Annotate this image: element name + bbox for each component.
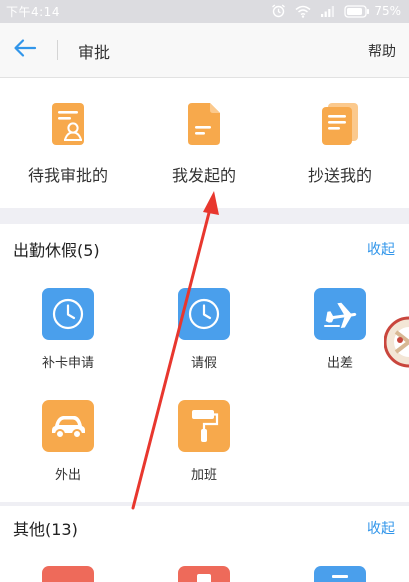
pending-approval-icon — [48, 100, 88, 148]
pending-approval-label: 待我审批的 — [27, 166, 108, 185]
app-punch-correction[interactable]: 补卡申请 — [18, 288, 118, 380]
app-leave[interactable]: 请假 — [154, 288, 254, 380]
back-button[interactable] — [10, 36, 40, 64]
app-label: 加班 — [190, 468, 217, 483]
cc-to-me-tab[interactable]: 抄送我的 — [272, 100, 408, 196]
title-bar: 审批 帮助 — [0, 23, 409, 78]
page-title: 审批 — [78, 43, 111, 62]
app-label: 请假 — [190, 356, 217, 371]
app-tile-partial[interactable] — [314, 566, 366, 582]
copy-documents-icon — [320, 100, 360, 148]
car-icon — [42, 400, 94, 452]
document-icon — [197, 574, 211, 582]
initiated-by-me-label: 我发起的 — [171, 166, 236, 185]
quick-tabs: 待我审批的 我发起的 抄送我的 — [0, 78, 409, 208]
signal-icon — [320, 5, 335, 18]
app-overtime[interactable]: 加班 — [154, 400, 254, 492]
app-tile-partial[interactable] — [178, 566, 230, 582]
section-title: 其他(13) — [13, 520, 78, 539]
cc-to-me-label: 抄送我的 — [307, 166, 372, 185]
status-bar: 下午4:14 75% — [0, 0, 409, 23]
floating-assistant-widget[interactable] — [384, 314, 409, 370]
app-label: 出差 — [326, 356, 353, 371]
section-header: 出勤休假(5) 收起 — [0, 224, 409, 272]
wifi-icon — [295, 5, 311, 18]
alarm-icon — [271, 4, 286, 18]
section-header: 其他(13) 收起 — [0, 506, 409, 554]
arrow-left-icon — [13, 38, 37, 62]
collapse-toggle[interactable]: 收起 — [367, 239, 395, 259]
collapse-toggle[interactable]: 收起 — [367, 518, 395, 538]
clock-icon — [178, 288, 230, 340]
pending-approval-tab[interactable]: 待我审批的 — [0, 100, 136, 196]
status-time: 下午4:14 — [6, 5, 60, 19]
battery-icon — [344, 4, 370, 18]
list-icon — [332, 575, 348, 578]
app-label: 补卡申请 — [41, 356, 94, 371]
app-tile-partial[interactable] — [42, 566, 94, 582]
battery-indicator: 75% — [344, 4, 401, 18]
app-outing[interactable]: 外出 — [18, 400, 118, 492]
help-link[interactable]: 帮助 — [368, 41, 396, 61]
app-label: 外出 — [54, 468, 81, 483]
section-title: 出勤休假(5) — [13, 241, 100, 260]
clock-icon — [42, 288, 94, 340]
other-section: 其他(13) 收起 — [0, 506, 409, 582]
document-icon — [184, 100, 224, 148]
title-divider — [57, 40, 58, 60]
status-icons: 75% — [271, 3, 401, 19]
paint-roller-icon — [178, 400, 230, 452]
initiated-by-me-tab[interactable]: 我发起的 — [136, 100, 272, 196]
attendance-leave-section: 出勤休假(5) 收起 补卡申请 请假 出差 外出 加班 — [0, 224, 409, 502]
app-business-trip[interactable]: 出差 — [290, 288, 390, 380]
airplane-icon — [314, 288, 366, 340]
battery-percent: 75% — [374, 4, 401, 18]
